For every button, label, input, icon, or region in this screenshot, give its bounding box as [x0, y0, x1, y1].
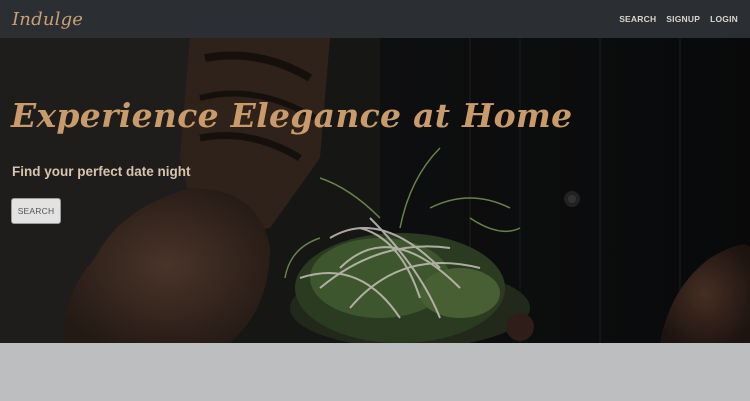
hero-search-button[interactable]: SEARCH [11, 198, 61, 224]
nav-link-signup[interactable]: SIGNUP [666, 14, 700, 24]
hero-subtitle: Find your perfect date night [12, 164, 191, 179]
nav-link-search[interactable]: SEARCH [619, 14, 656, 24]
nav-link-login[interactable]: LOGIN [710, 14, 738, 24]
page-bottom-band [0, 343, 750, 401]
hero-dark-overlay [0, 38, 750, 343]
nav-links: SEARCH SIGNUP LOGIN [619, 14, 738, 24]
brand-logo[interactable]: Indulge [12, 9, 83, 30]
hero-section: Experience Elegance at Home Find your pe… [0, 38, 750, 343]
top-navbar: Indulge SEARCH SIGNUP LOGIN [0, 0, 750, 38]
hero-title: Experience Elegance at Home [11, 96, 573, 135]
